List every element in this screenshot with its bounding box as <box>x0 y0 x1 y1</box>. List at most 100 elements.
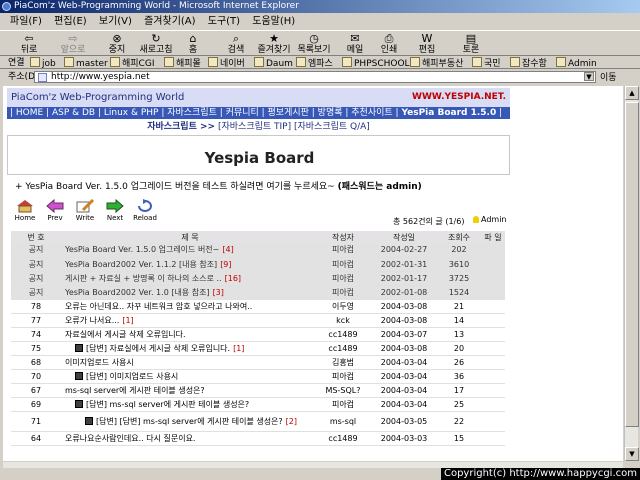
link-naver[interactable]: 네이버 <box>208 57 245 68</box>
discuss-button[interactable]: ▤ 토론 <box>460 32 482 56</box>
post-author[interactable]: 피아컴 <box>315 285 371 300</box>
table-row[interactable]: 67 ms-sql server에 게시판 테이블 생성은? MS-SQL? 2004… <box>11 383 505 398</box>
scroll-down-icon[interactable]: ▼ <box>625 447 639 461</box>
site-name[interactable]: PiaCom'z Web-Programming World <box>11 92 184 103</box>
subnav-section[interactable]: 자바스크립트 >> <box>147 122 215 132</box>
post-title[interactable]: [답변] 자료실에서 게시글 삭제 오류입니다. <box>86 344 230 353</box>
refresh-button[interactable]: ↻ 새로고침 <box>136 32 176 56</box>
scroll-thumb[interactable] <box>625 102 639 427</box>
post-title-cell[interactable]: YesPia Board2002 Ver. 1.1.2 [내용 참조] [9] <box>61 257 315 272</box>
address-dropdown-icon[interactable]: ▼ <box>584 72 594 81</box>
link-happycgi[interactable]: 해피CGI <box>110 57 154 68</box>
menu-edit[interactable]: 편집(E) <box>54 16 87 27</box>
subnav-links[interactable]: [자바스크립트 TIP] [자바스크립트 Q/A] <box>218 122 370 132</box>
post-author[interactable]: 피아컴 <box>315 271 371 286</box>
print-button[interactable]: ⎙ 인쇄 <box>378 32 400 56</box>
write-action[interactable]: Write <box>73 199 97 222</box>
post-title-cell[interactable]: 게시판 + 자료실 + 방명록 이 하나의 소스로 .. [16] <box>61 271 315 286</box>
post-author[interactable]: cc1489 <box>315 431 371 446</box>
home-action[interactable]: Home <box>13 199 37 222</box>
post-title-cell[interactable]: YesPia Board Ver. 1.5.0 업그레이드 버전~ [4] <box>61 243 315 258</box>
post-title-cell[interactable]: [답변] 자료실에서 게시글 삭제 오류입니다. [1] <box>61 341 315 356</box>
reload-action[interactable]: Reload <box>133 199 157 222</box>
post-author[interactable]: MS-SQL? <box>315 383 371 398</box>
menu-favorites[interactable]: 즐겨찾기(A) <box>144 16 195 27</box>
post-title-cell[interactable]: [답변] 이미지업로드 사용시 <box>61 369 315 384</box>
table-row[interactable]: 공지 YesPia Board Ver. 1.5.0 업그레이드 버전~ [4] 피아… <box>11 243 505 258</box>
post-title-cell[interactable]: 오류나요순사람인데요.. 다시 질문이요. <box>61 431 315 446</box>
post-author[interactable]: 피아컴 <box>315 369 371 384</box>
search-button[interactable]: ⌕ 검색 <box>224 32 248 56</box>
post-title[interactable]: 오류는 아닌데요.. 자꾸 네트워크 암호 넣으라고 나와여.. <box>65 302 252 311</box>
home-button[interactable]: ⌂ 홈 <box>184 32 202 56</box>
table-row[interactable]: 공지 YesPia Board2002 Ver. 1.0 [내용 참조] [3] 피아… <box>11 285 505 300</box>
menu-help[interactable]: 도움말(H) <box>252 16 295 27</box>
post-title[interactable]: 이미지업로드 사용시 <box>65 358 134 367</box>
back-button[interactable]: ⇦ 뒤로 <box>14 32 44 56</box>
post-title[interactable]: YesPia Board2002 Ver. 1.0 [내용 참조] <box>65 288 210 297</box>
post-author[interactable]: 이두영 <box>315 299 371 314</box>
post-title[interactable]: 오류나요순사람인데요.. 다시 질문이요. <box>65 434 195 443</box>
post-title[interactable]: [답변] ms-sql server에 게시판 테이블 생성은? <box>86 400 249 409</box>
table-row[interactable]: 공지 게시판 + 자료실 + 방명록 이 하나의 소스로 .. [16] 피아컴 200… <box>11 271 505 286</box>
table-row[interactable]: 공지 YesPia Board2002 Ver. 1.1.2 [내용 참조] [9]… <box>11 257 505 272</box>
table-row[interactable]: 70 [답변] 이미지업로드 사용시 피아컴 2004-03-04 36 <box>11 369 505 384</box>
post-title[interactable]: YesPia Board2002 Ver. 1.1.2 [내용 참조] <box>65 260 217 269</box>
table-row[interactable]: 71 [답변] [답변] ms-sql server에 게시판 테이블 생성은?[… <box>11 411 505 432</box>
table-row[interactable]: 78 오류는 아닌데요.. 자꾸 네트워크 암호 넣으라고 나와여.. 이두영 200… <box>11 299 505 314</box>
table-row[interactable]: 69 [답변] ms-sql server에 게시판 테이블 생성은? 피아컴 200… <box>11 397 505 412</box>
link-daum[interactable]: Daum <box>254 57 293 68</box>
history-button[interactable]: ◷ 목록보기 <box>296 32 332 56</box>
post-author[interactable]: kck <box>315 313 371 328</box>
post-author[interactable]: ms-sql <box>315 411 371 432</box>
link-admin[interactable]: Admin <box>556 57 597 68</box>
link-happymall[interactable]: 해피몰 <box>164 57 201 68</box>
scroll-up-icon[interactable]: ▲ <box>625 86 639 100</box>
post-title-cell[interactable]: 자료실에서 게시글 삭제 오류입니다. <box>61 327 315 342</box>
post-title-cell[interactable]: ms-sql server에 게시판 테이블 생성은? <box>61 383 315 398</box>
notice-line[interactable]: + YesPia Board Ver. 1.5.0 업그레이드 버전을 테스트 … <box>15 179 422 192</box>
post-title-cell[interactable]: YesPia Board2002 Ver. 1.0 [내용 참조] [3] <box>61 285 315 300</box>
menu-tools[interactable]: 도구(T) <box>208 16 240 27</box>
favorites-button[interactable]: ★ 즐겨찾기 <box>254 32 294 56</box>
post-title-cell[interactable]: 오류가 나서요... [1] <box>61 313 315 328</box>
link-happy-realty[interactable]: 해피부동산 <box>410 57 463 68</box>
post-title-cell[interactable]: 오류는 아닌데요.. 자꾸 네트워크 암호 넣으라고 나와여.. <box>61 299 315 314</box>
menu-file[interactable]: 파일(F) <box>10 16 42 27</box>
post-title[interactable]: [답변] [답변] ms-sql server에 게시판 테이블 생성은? <box>96 417 283 426</box>
prev-action[interactable]: Prev <box>43 199 67 222</box>
site-nav[interactable]: | HOME | ASP & DB | Linux & PHP | 자바스크립트… <box>7 107 510 119</box>
link-master[interactable]: master <box>64 57 108 68</box>
post-author[interactable]: 피아컴 <box>315 397 371 412</box>
go-button[interactable]: 이동 <box>600 71 617 85</box>
table-row[interactable]: 75 [답변] 자료실에서 게시글 삭제 오류입니다. [1] cc1489 2004-… <box>11 341 505 356</box>
address-input[interactable]: http://www.yespia.net <box>34 71 596 83</box>
mail-button[interactable]: ✉ 메일 <box>340 32 370 56</box>
forward-button[interactable]: ⇨ 앞으로 <box>56 32 90 56</box>
edit-button[interactable]: W 편집 <box>414 32 440 56</box>
post-title-cell[interactable]: [답변] [답변] ms-sql server에 게시판 테이블 생성은? [2] <box>61 411 315 432</box>
post-author[interactable]: 피아컴 <box>315 257 371 272</box>
post-author[interactable]: 김홍범 <box>315 355 371 370</box>
link-kookmin[interactable]: 국민 <box>472 57 501 68</box>
post-title[interactable]: [답변] 이미지업로드 사용시 <box>86 372 178 381</box>
post-title[interactable]: ms-sql server에 게시판 테이블 생성은? <box>65 386 205 395</box>
post-author[interactable]: 피아컴 <box>315 243 371 258</box>
table-row[interactable]: 68 이미지업로드 사용시 김홍범 2004-03-04 26 <box>11 355 505 370</box>
post-title[interactable]: YesPia Board Ver. 1.5.0 업그레이드 버전~ <box>65 245 219 254</box>
vertical-scrollbar[interactable]: ▲ ▼ <box>624 86 639 461</box>
post-author[interactable]: cc1489 <box>315 327 371 342</box>
stop-button[interactable]: ⊗ 중지 <box>106 32 128 56</box>
link-phpschool[interactable]: PHPSCHOOL <box>342 57 410 68</box>
admin-link[interactable]: Admin <box>473 215 507 224</box>
table-row[interactable]: 64 오류나요순사람인데요.. 다시 질문이요. cc1489 2004-03-03 1… <box>11 431 505 446</box>
next-action[interactable]: Next <box>103 199 127 222</box>
menu-view[interactable]: 보기(V) <box>99 16 132 27</box>
link-empas[interactable]: 엠파스 <box>296 57 333 68</box>
link-jobsuham[interactable]: 잡수함 <box>510 57 547 68</box>
post-title-cell[interactable]: 이미지업로드 사용시 <box>61 355 315 370</box>
nav-current[interactable]: YesPia Board 1.5.0 <box>401 108 496 118</box>
post-author[interactable]: cc1489 <box>315 341 371 356</box>
link-job[interactable]: job <box>30 57 56 68</box>
table-row[interactable]: 77 오류가 나서요... [1] kck 2004-03-08 14 <box>11 313 505 328</box>
